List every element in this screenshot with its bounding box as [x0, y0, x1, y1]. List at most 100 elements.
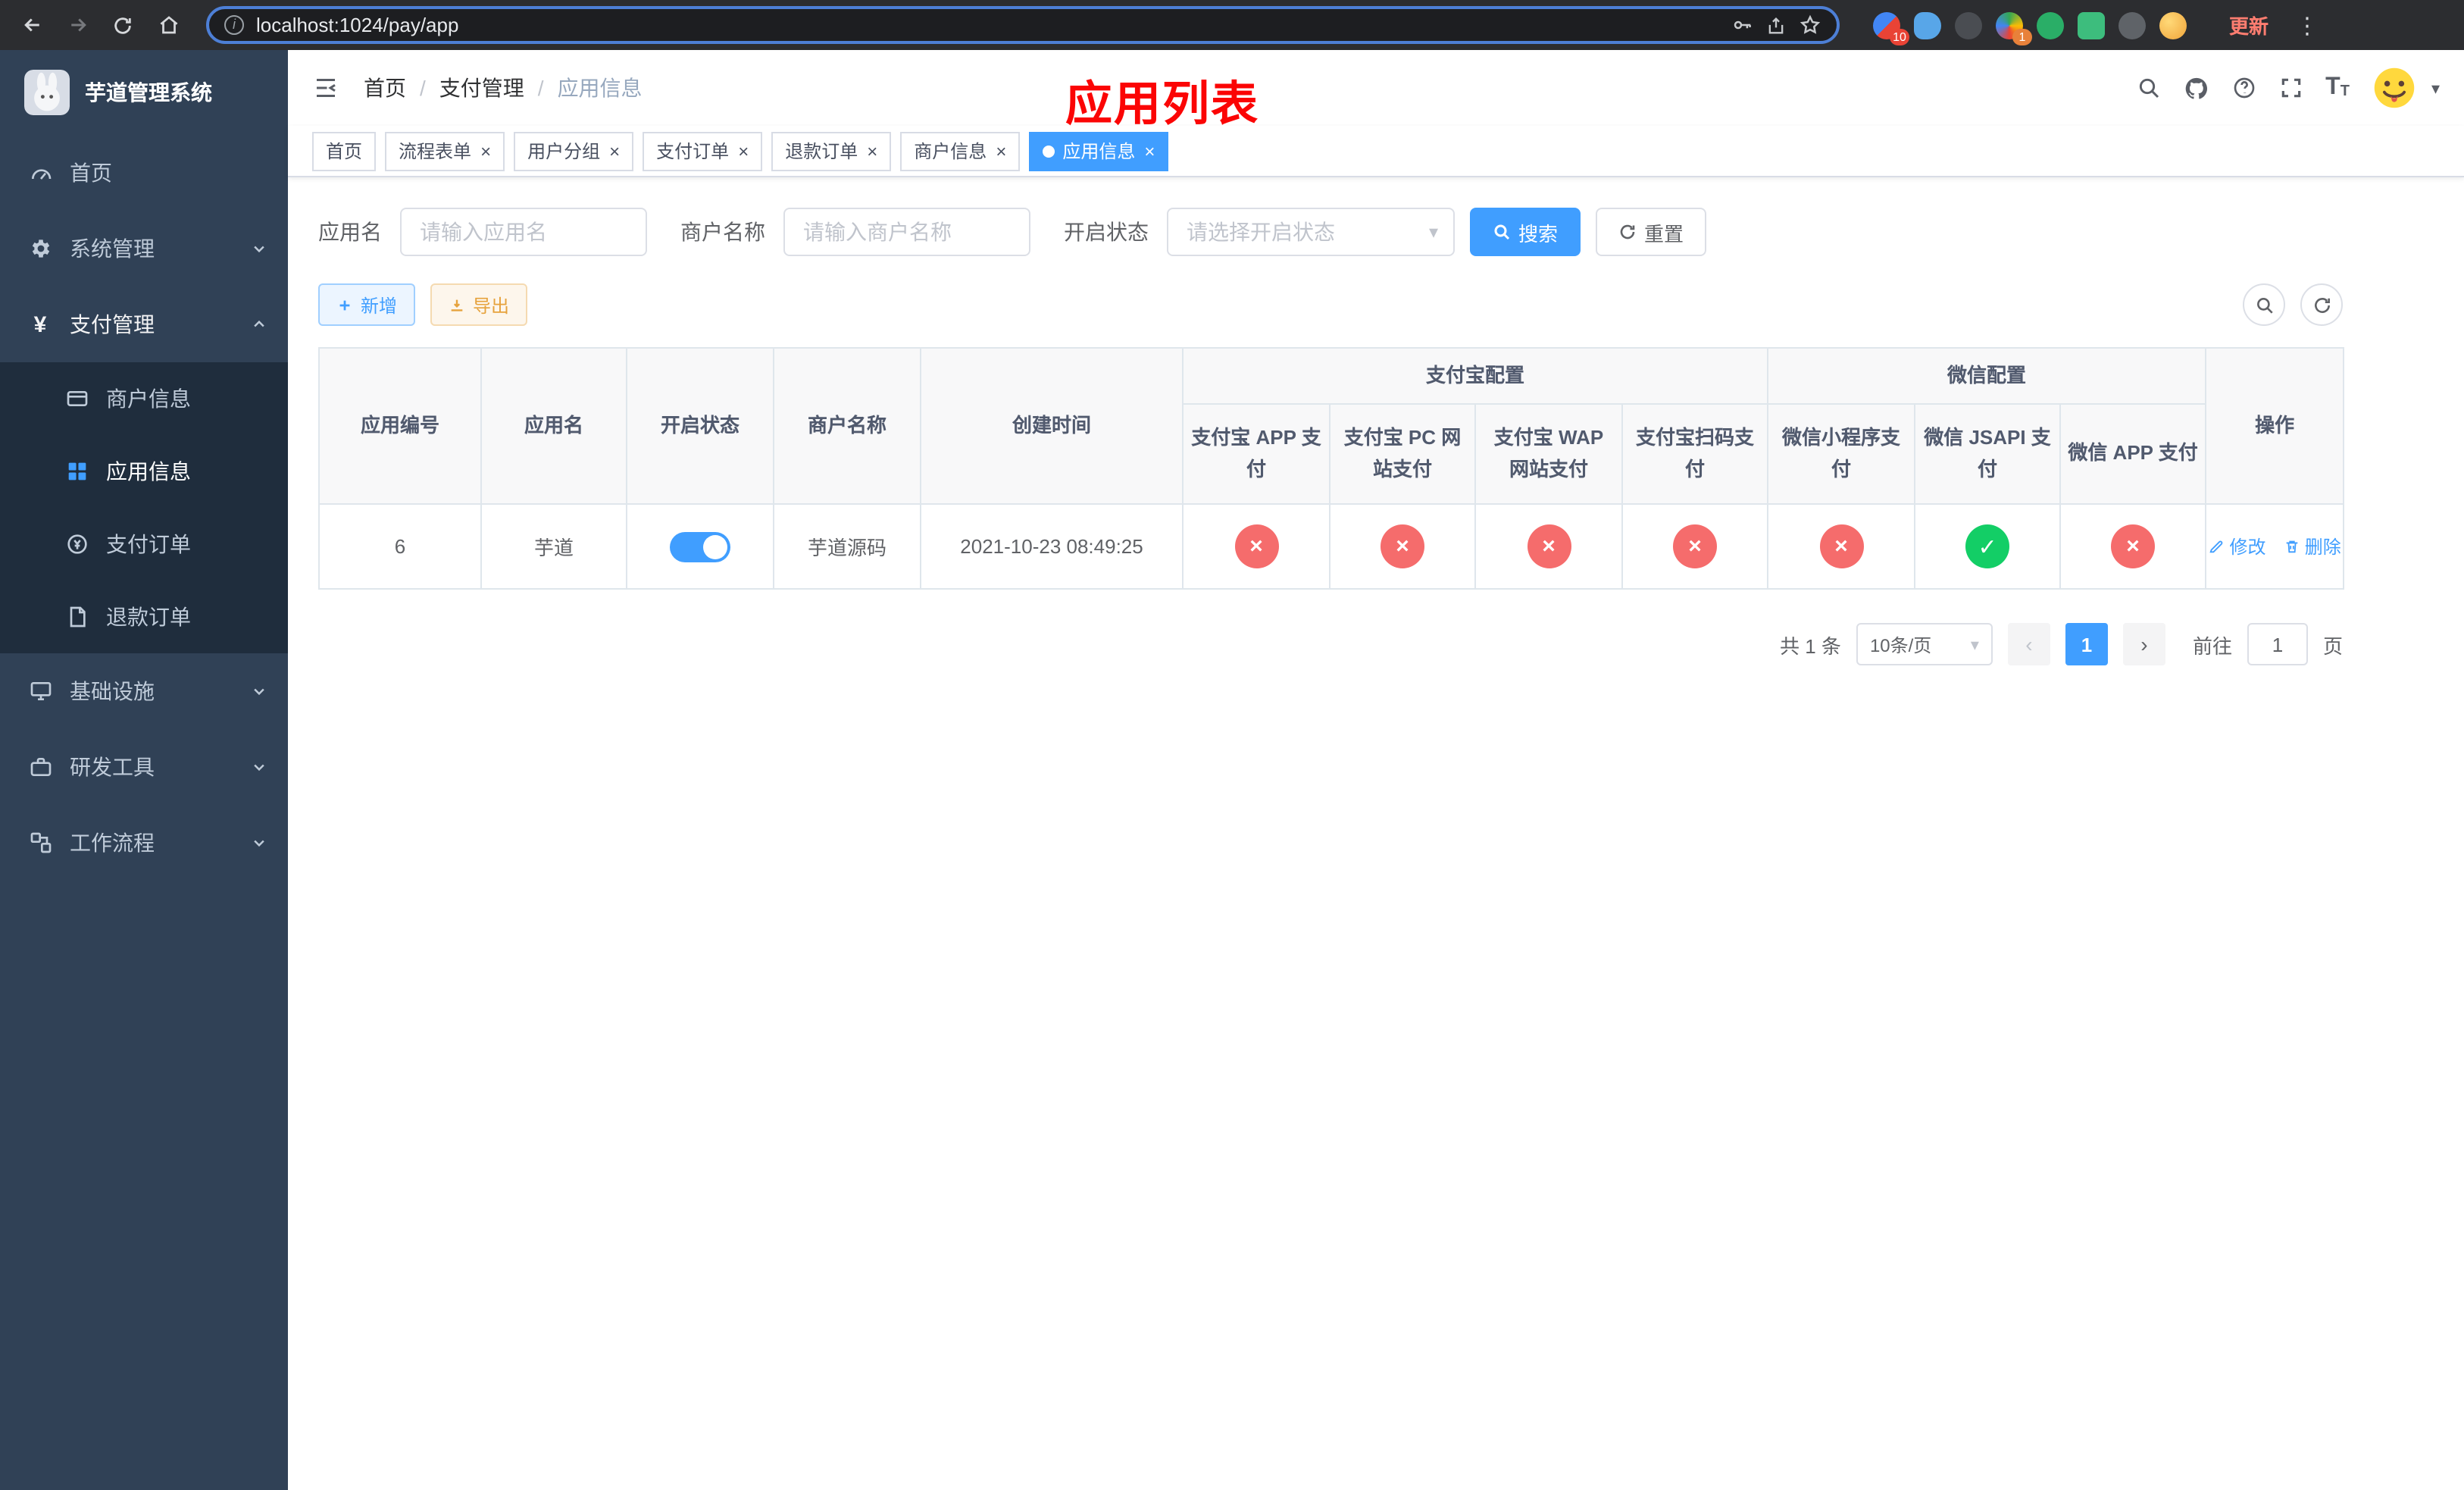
tab-pay-order[interactable]: 支付订单 ×: [643, 131, 763, 171]
tab-user-group[interactable]: 用户分组 ×: [514, 131, 634, 171]
chrome-update-button[interactable]: 更新: [2217, 6, 2281, 44]
extension-pin-icon[interactable]: [2118, 11, 2146, 39]
close-icon[interactable]: ×: [480, 142, 491, 160]
wx-app-status-icon: ×: [2111, 524, 2156, 568]
extension-icon-6[interactable]: [2078, 11, 2105, 39]
fullscreen-icon[interactable]: [2278, 76, 2303, 100]
tab-process-form[interactable]: 流程表单 ×: [385, 131, 505, 171]
sidebar-item-app-info[interactable]: 应用信息: [0, 435, 288, 508]
close-icon[interactable]: ×: [738, 142, 749, 160]
sidebar-item-pay-order[interactable]: 支付订单: [0, 508, 288, 581]
sidebar-item-refund-order[interactable]: 退款订单: [0, 581, 288, 653]
close-icon[interactable]: ×: [609, 142, 620, 160]
back-button[interactable]: [15, 8, 48, 42]
sidebar-item-home[interactable]: 首页: [0, 135, 288, 211]
font-size-icon[interactable]: TT: [2325, 75, 2350, 100]
breadcrumb-home[interactable]: 首页: [364, 73, 406, 103]
reload-button[interactable]: [106, 8, 139, 42]
tab-home[interactable]: 首页: [312, 131, 377, 171]
sidebar-item-workflow[interactable]: 工作流程: [0, 805, 288, 881]
close-icon[interactable]: ×: [867, 142, 877, 160]
bookmark-star-icon[interactable]: [1799, 14, 1821, 36]
sidebar-item-label: 工作流程: [70, 831, 155, 855]
page-content: 应用名 商户名称 开启状态 请选择开启状态 ▾ 搜索: [288, 177, 2464, 1490]
extension-icon-1[interactable]: 10: [1873, 11, 1909, 45]
github-icon[interactable]: [2183, 75, 2209, 101]
app-name-input[interactable]: [400, 208, 647, 256]
page-header: 首页 / 支付管理 / 应用信息 应用列表 T T ▾: [288, 50, 2464, 130]
sidebar-item-label: 首页: [70, 161, 112, 185]
site-info-icon[interactable]: i: [224, 15, 244, 35]
close-icon[interactable]: ×: [996, 142, 1006, 160]
grid-icon: [64, 459, 89, 484]
user-avatar[interactable]: [2372, 65, 2418, 111]
goto-label: 前往: [2192, 634, 2232, 657]
extension-icon-5[interactable]: [2037, 11, 2064, 39]
breadcrumb-current: 应用信息: [557, 76, 643, 100]
share-icon[interactable]: [1765, 14, 1787, 36]
col-header-wx-lite: 微信小程序支付: [1767, 403, 1916, 505]
cell-created: 2021-10-23 08:49:25: [920, 503, 1184, 590]
sidebar-item-label: 支付订单: [106, 532, 191, 556]
sidebar-item-dev-tools[interactable]: 研发工具: [0, 729, 288, 805]
reset-button[interactable]: 重置: [1596, 208, 1707, 256]
sidebar-collapse-icon[interactable]: [312, 74, 339, 102]
table-toolbar: 新增 导出: [318, 283, 2343, 326]
payment-submenu: 商户信息 应用信息 支付订单 退款订单: [0, 362, 288, 653]
next-page-button[interactable]: ›: [2122, 623, 2165, 665]
home-button[interactable]: [152, 8, 185, 42]
wx-jsapi-status-icon: ✓: [1965, 524, 2010, 568]
tab-refund-order[interactable]: 退款订单 ×: [771, 131, 892, 171]
browser-menu-icon[interactable]: ⋮: [2296, 11, 2319, 39]
sidebar-item-label: 退款订单: [106, 605, 191, 629]
sidebar-item-label: 基础设施: [70, 679, 155, 703]
add-button[interactable]: 新增: [318, 283, 416, 326]
address-bar[interactable]: i localhost:1024/pay/app: [206, 6, 1840, 44]
cell-merchant: 芋道源码: [773, 503, 921, 590]
refresh-button[interactable]: [2300, 283, 2343, 326]
extension-icon-3[interactable]: [1955, 11, 1982, 39]
sidebar-item-system[interactable]: 系统管理: [0, 211, 288, 286]
toggle-search-button[interactable]: [2243, 283, 2285, 326]
url-text[interactable]: localhost:1024/pay/app: [256, 14, 1718, 36]
tab-merchant-info[interactable]: 商户信息 ×: [900, 131, 1021, 171]
wx-lite-status-icon: ×: [1819, 524, 1864, 568]
avatar-caret-icon[interactable]: ▾: [2431, 78, 2440, 98]
delete-link[interactable]: 删除: [2284, 534, 2341, 559]
extension-icon-4[interactable]: 1: [1996, 11, 2032, 45]
sidebar-item-payment[interactable]: ¥ 支付管理: [0, 286, 288, 362]
breadcrumb: 首页 / 支付管理 / 应用信息: [364, 73, 643, 103]
export-button[interactable]: 导出: [430, 283, 528, 326]
breadcrumb-payment[interactable]: 支付管理: [439, 73, 524, 103]
filter-form: 应用名 商户名称 开启状态 请选择开启状态 ▾ 搜索: [318, 208, 2434, 256]
prev-page-button[interactable]: ‹: [2007, 623, 2050, 665]
extension-badge-orange: 1: [2012, 28, 2032, 45]
browser-chrome: i localhost:1024/pay/app 10 1 更新 ⋮: [0, 0, 2464, 50]
page-size-select[interactable]: 10条/页 ▾: [1856, 623, 1993, 665]
chevron-down-icon: [252, 759, 267, 775]
sidebar-item-infra[interactable]: 基础设施: [0, 653, 288, 729]
status-select[interactable]: 请选择开启状态 ▾: [1167, 208, 1455, 256]
status-toggle[interactable]: [670, 531, 730, 562]
document-icon: [64, 605, 89, 629]
page-annotation-title: 应用列表: [1065, 77, 1259, 130]
extension-icon-8[interactable]: [2159, 11, 2187, 39]
help-icon[interactable]: [2231, 76, 2256, 100]
extension-icon-2[interactable]: [1914, 11, 1941, 39]
merchant-name-label: 商户名称: [680, 220, 765, 244]
merchant-name-input[interactable]: [783, 208, 1030, 256]
table-row: 6 芋道 芋道源码 2021-10-23 08:49:25 × × × × × …: [318, 503, 2345, 590]
col-header-alipay-qr: 支付宝扫码支付: [1621, 403, 1769, 505]
forward-button[interactable]: [61, 8, 94, 42]
sidebar-item-merchant-info[interactable]: 商户信息: [0, 362, 288, 435]
goto-page-input[interactable]: [2247, 623, 2308, 665]
edit-link[interactable]: 修改: [2208, 534, 2265, 559]
col-header-status: 开启状态: [626, 347, 774, 505]
chevron-down-icon: ▾: [1970, 636, 1979, 654]
search-icon[interactable]: [2136, 76, 2160, 100]
close-icon[interactable]: ×: [1144, 142, 1155, 160]
search-button[interactable]: 搜索: [1470, 208, 1581, 256]
current-page-button[interactable]: 1: [2065, 623, 2108, 665]
password-key-icon[interactable]: [1731, 14, 1753, 36]
tab-app-info[interactable]: 应用信息 ×: [1029, 131, 1169, 171]
